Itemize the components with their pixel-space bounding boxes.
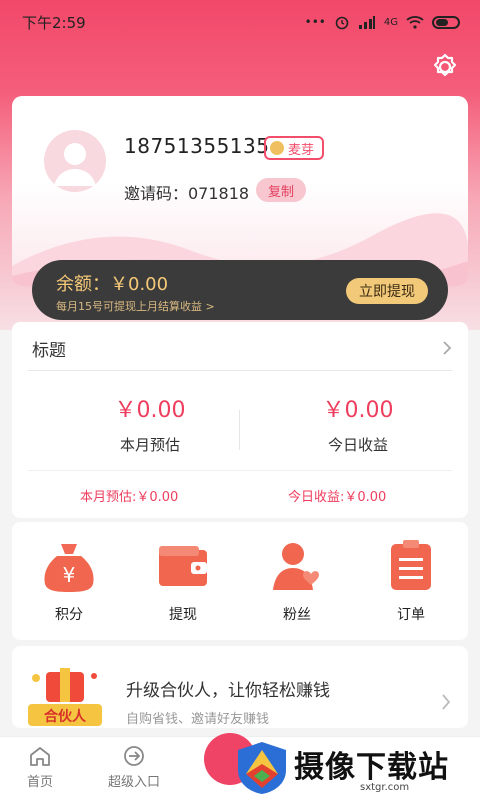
- chevron-right-icon: [442, 694, 451, 710]
- balance-amount: 余额：￥0.00: [56, 274, 169, 295]
- today-income-line: 今日收益:￥0.00: [288, 490, 387, 505]
- balance-bar: 余额：￥0.00 每月15号可提现上月结算收益 > 立即提现: [32, 260, 448, 320]
- feature-grid: ¥ 积分 提现 粉丝 订单: [12, 522, 468, 640]
- divider: [28, 370, 452, 371]
- home-icon: [30, 747, 50, 766]
- partner-promo-image: 合伙人: [28, 668, 102, 726]
- panel-title[interactable]: 标题: [32, 336, 66, 361]
- month-estimate-line: 本月预估:￥0.00: [80, 490, 179, 505]
- tab-home[interactable]: 首页: [0, 745, 80, 790]
- today-income-value: ￥0.00: [322, 398, 394, 423]
- feature-fans-label: 粉丝: [283, 607, 311, 623]
- today-income-stat: ￥0.00 今日收益: [258, 392, 458, 455]
- feature-fans[interactable]: 粉丝: [252, 538, 342, 624]
- promo-image-text: 合伙人: [44, 708, 87, 725]
- user-avatar-icon: [54, 143, 96, 186]
- today-income-label: 今日收益: [327, 436, 388, 454]
- feature-points[interactable]: ¥ 积分: [24, 538, 114, 624]
- partner-upgrade-banner[interactable]: 合伙人 升级合伙人，让你轻松赚钱 自购省钱、邀请好友赚钱: [12, 646, 468, 728]
- withdraw-now-button[interactable]: 立即提现: [346, 278, 428, 304]
- member-level-badge: 麦芽: [264, 136, 325, 160]
- crown-icon: [270, 141, 284, 155]
- fans-icon: [273, 543, 319, 590]
- entry-icon: [124, 746, 144, 766]
- dots-icon: •••: [304, 15, 326, 29]
- alarm-icon: [335, 16, 349, 30]
- balance-note-link[interactable]: 每月15号可提现上月结算收益 >: [56, 298, 215, 314]
- tab-super-entry-label: 超级入口: [107, 775, 160, 790]
- watermark-text: 摄像下载站: [294, 750, 449, 785]
- chevron-right-icon[interactable]: [440, 338, 454, 358]
- watermark-logo: [238, 742, 286, 794]
- tab-super-entry[interactable]: 超级入口: [94, 745, 174, 790]
- month-estimate-value: ￥0.00: [114, 398, 186, 423]
- profile-card: 18751355135 麦芽 邀请码：071818 复制: [12, 96, 468, 286]
- watermark-domain: sxtgr.com: [360, 782, 410, 793]
- watermark: 摄像下载站 sxtgr.com: [232, 736, 480, 800]
- network-type-label: 4G: [383, 16, 398, 28]
- promo-title: 升级合伙人，让你轻松赚钱: [126, 681, 330, 701]
- promo-subtitle: 自购省钱、邀请好友赚钱: [126, 712, 270, 727]
- feature-withdraw[interactable]: 提现: [138, 538, 228, 624]
- status-time: 下午2:59: [22, 13, 86, 32]
- wallet-icon: [159, 546, 207, 586]
- status-bar: 下午2:59 ••• 4G: [0, 0, 480, 44]
- feature-orders-label: 订单: [397, 607, 425, 623]
- feature-withdraw-label: 提现: [169, 607, 197, 623]
- settings-gear-icon[interactable]: [430, 52, 460, 82]
- invite-code: 邀请码：071818: [124, 184, 250, 203]
- copy-button[interactable]: 复制: [256, 178, 306, 202]
- vertical-divider: [239, 410, 240, 450]
- feature-points-label: 积分: [55, 607, 83, 623]
- status-icons: ••• 4G: [305, 14, 460, 30]
- signal-icon: [358, 16, 375, 29]
- member-level-label: 麦芽: [288, 142, 315, 158]
- tab-home-label: 首页: [26, 775, 53, 790]
- month-estimate-stat: ￥0.00 本月预估: [50, 392, 250, 455]
- svg-text:¥: ¥: [63, 563, 76, 587]
- stats-panel: 标题 ￥0.00 本月预估 ￥0.00 今日收益 本月预估:￥0.00 今日收益…: [12, 322, 468, 518]
- feature-orders[interactable]: 订单: [366, 538, 456, 624]
- order-icon: [391, 540, 431, 590]
- month-estimate-label: 本月预估: [119, 436, 180, 454]
- avatar[interactable]: [44, 130, 106, 192]
- money-bag-icon: ¥: [44, 544, 94, 592]
- divider: [28, 470, 452, 471]
- wifi-icon: [406, 16, 424, 29]
- phone-number: 18751355135: [124, 134, 270, 158]
- battery-icon: [432, 15, 460, 29]
